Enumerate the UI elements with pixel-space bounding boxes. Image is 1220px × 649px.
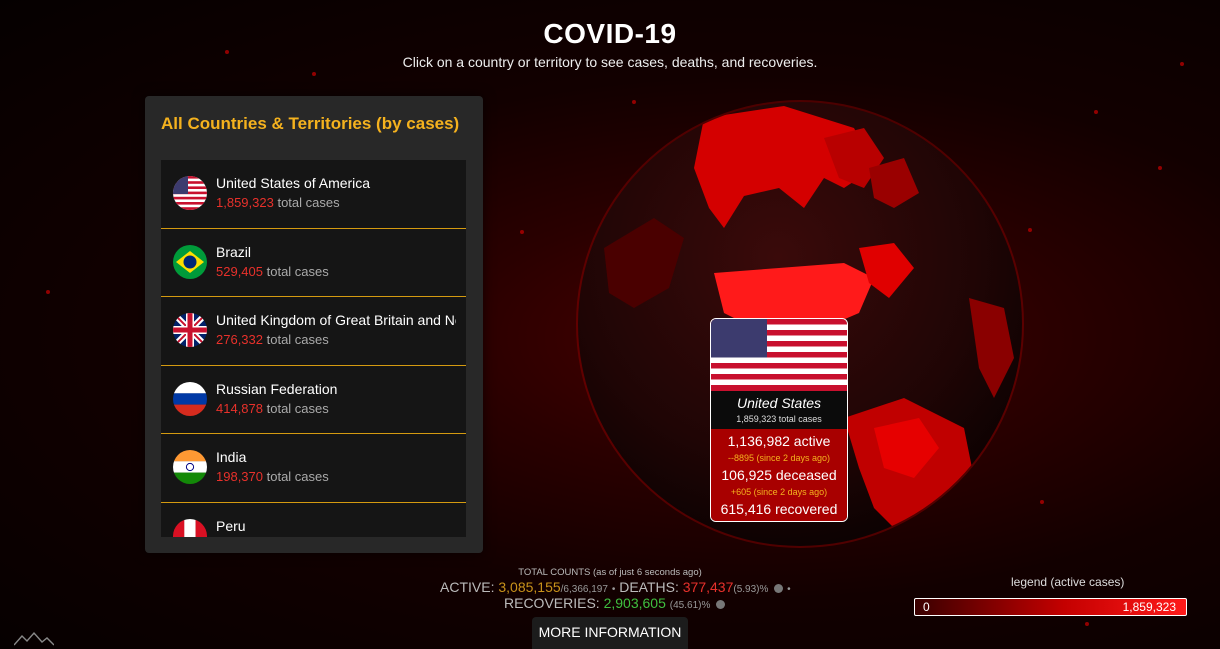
legend-label: legend (active cases) xyxy=(1011,575,1125,589)
tooltip-country-name: United States xyxy=(736,395,822,411)
deaths-pct: (5.93)% xyxy=(733,584,769,595)
country-name: United Kingdom of Great Britain and Nort… xyxy=(216,312,456,328)
mountain-logo-icon[interactable] xyxy=(14,630,54,646)
countries-list[interactable]: United States of America 1,859,323 total… xyxy=(161,160,466,537)
peru-flag-icon xyxy=(173,518,207,537)
totals-recoveries: RECOVERIES: 2,903,605 (45.61)% xyxy=(504,595,726,611)
legend-min: 0 xyxy=(923,600,930,614)
deaths-label: DEATHS: xyxy=(619,579,679,595)
country-row-usa[interactable]: United States of America 1,859,323 total… xyxy=(161,160,466,229)
india-flag-icon xyxy=(173,450,207,484)
info-icon[interactable] xyxy=(774,583,784,593)
tooltip-deceased-delta: +605 (since 2 days ago) xyxy=(730,487,828,497)
tooltip-recovered: 615,416 recovered xyxy=(720,501,838,517)
tooltip-active: 1,136,982 active xyxy=(727,433,831,449)
country-tooltip: United States 1,859,323 total cases 1,13… xyxy=(710,318,848,522)
country-cases: 198,370 total cases xyxy=(216,469,329,484)
country-name: United States of America xyxy=(216,175,371,191)
tooltip-deceased: 106,925 deceased xyxy=(721,467,837,483)
uk-flag-icon xyxy=(173,313,207,347)
page-subtitle: Click on a country or territory to see c… xyxy=(402,54,818,70)
more-information-button[interactable]: MORE INFORMATION xyxy=(532,617,688,649)
brazil-flag-icon xyxy=(173,244,207,279)
deaths-value: 377,437 xyxy=(682,579,734,595)
panel-title: All Countries & Territories (by cases) xyxy=(161,114,460,133)
tooltip-stats: 1,136,982 active --8895 (since 2 days ag… xyxy=(711,429,847,521)
country-name: Russian Federation xyxy=(216,380,338,397)
recoveries-pct: (45.61)% xyxy=(669,600,711,611)
country-cases: 529,405 total cases xyxy=(216,263,329,279)
tooltip-total-cases: 1,859,323 total cases xyxy=(736,414,822,424)
page-title: COVID-19 xyxy=(543,18,677,49)
info-icon[interactable] xyxy=(716,599,726,609)
country-cases: 276,332 total cases xyxy=(216,332,329,347)
us-flag-icon xyxy=(173,176,207,210)
russia-flag-icon xyxy=(173,381,207,416)
country-name: India xyxy=(216,449,247,465)
recoveries-label: RECOVERIES: xyxy=(504,595,600,611)
tooltip-active-delta: --8895 (since 2 days ago) xyxy=(727,453,831,463)
active-of-total: /6,366,197 xyxy=(560,584,608,595)
country-row-brazil[interactable]: Brazil 529,405 total cases xyxy=(161,229,466,297)
country-row-peru[interactable]: Peru xyxy=(161,503,466,537)
active-label: ACTIVE: xyxy=(440,579,495,595)
recoveries-value: 2,903,605 xyxy=(603,595,666,611)
countries-panel: All Countries & Territories (by cases) U… xyxy=(145,96,483,553)
legend-bar: 0 1,859,323 xyxy=(914,598,1187,616)
us-flag-icon xyxy=(711,319,847,391)
totals-active-deaths: ACTIVE: 3,085,155/6,366,197 • DEATHS: 37… xyxy=(440,579,791,595)
country-name: Peru xyxy=(216,517,246,534)
country-row-russia[interactable]: Russian Federation 414,878 total cases xyxy=(161,366,466,434)
country-name: Brazil xyxy=(216,243,252,260)
country-cases: 414,878 total cases xyxy=(216,400,329,416)
country-row-india[interactable]: India 198,370 total cases xyxy=(161,434,466,503)
country-row-uk[interactable]: United Kingdom of Great Britain and Nort… xyxy=(161,297,466,366)
legend-max: 1,859,323 xyxy=(1122,600,1176,614)
country-cases: 1,859,323 total cases xyxy=(216,195,340,210)
active-value: 3,085,155 xyxy=(498,579,561,595)
